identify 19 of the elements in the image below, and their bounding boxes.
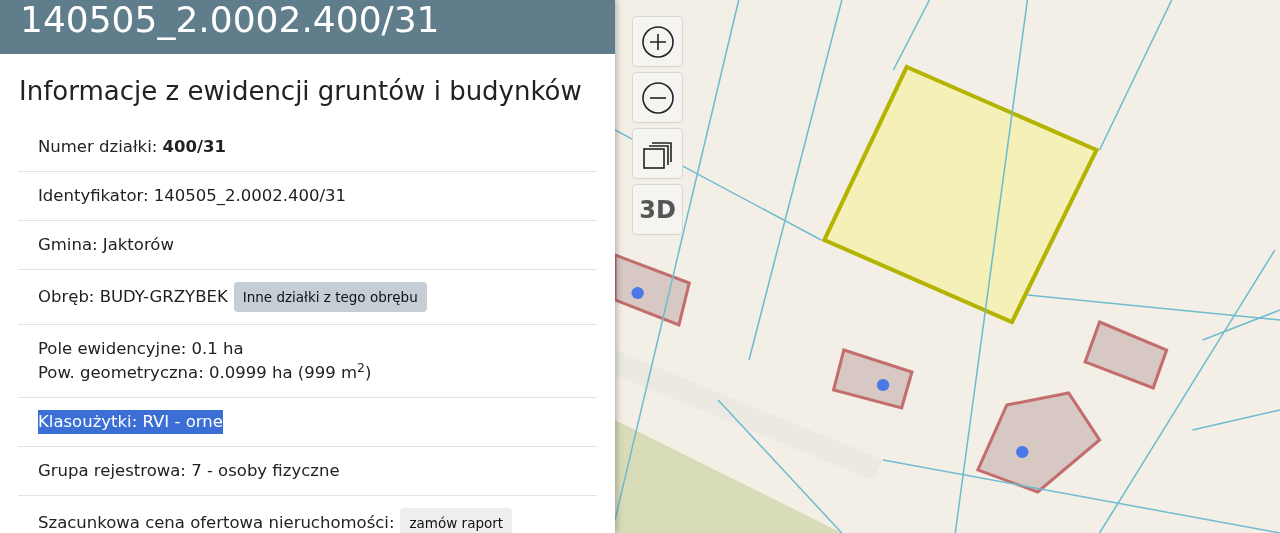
info-text: Pole ewidencyjne: 0.1 ha: [38, 338, 244, 361]
info-text: Grupa rejestrowa: 7 - osoby fizyczne: [38, 460, 340, 483]
info-text: Klasoużytki: RVI - orne: [38, 410, 223, 435]
layers-button[interactable]: [632, 128, 683, 179]
parcel-title: 140505_2.0002.400/31: [20, 0, 440, 40]
info-text: Identyfikator: 140505_2.0002.400/31: [38, 185, 347, 207]
info-text: Obręb: BUDY-GRZYBEK: [38, 286, 228, 309]
parcels-button[interactable]: Inne działki z tego obrębu: [233, 282, 427, 313]
section-heading: Informacje z ewidencji gruntów i budynków: [18, 75, 583, 108]
report-button[interactable]: zamów raport: [400, 508, 513, 533]
3d-view-button[interactable]: 3D: [632, 184, 683, 235]
zoom-out-button[interactable]: [632, 72, 683, 123]
info-text: Numer działki: 400/31: [38, 136, 226, 158]
zoom-in-button[interactable]: [632, 16, 683, 67]
info-text: Szacunkowa cena ofertowa nieruchomości:: [38, 512, 395, 533]
info-text: Pow. geometryczna: 0.0999 ha (999 m$^{2}$): [38, 361, 372, 385]
zoom-out-icon: [640, 80, 675, 115]
info-text: Gmina: Jaktorów: [38, 234, 174, 256]
zoom-in-icon: [640, 24, 675, 59]
